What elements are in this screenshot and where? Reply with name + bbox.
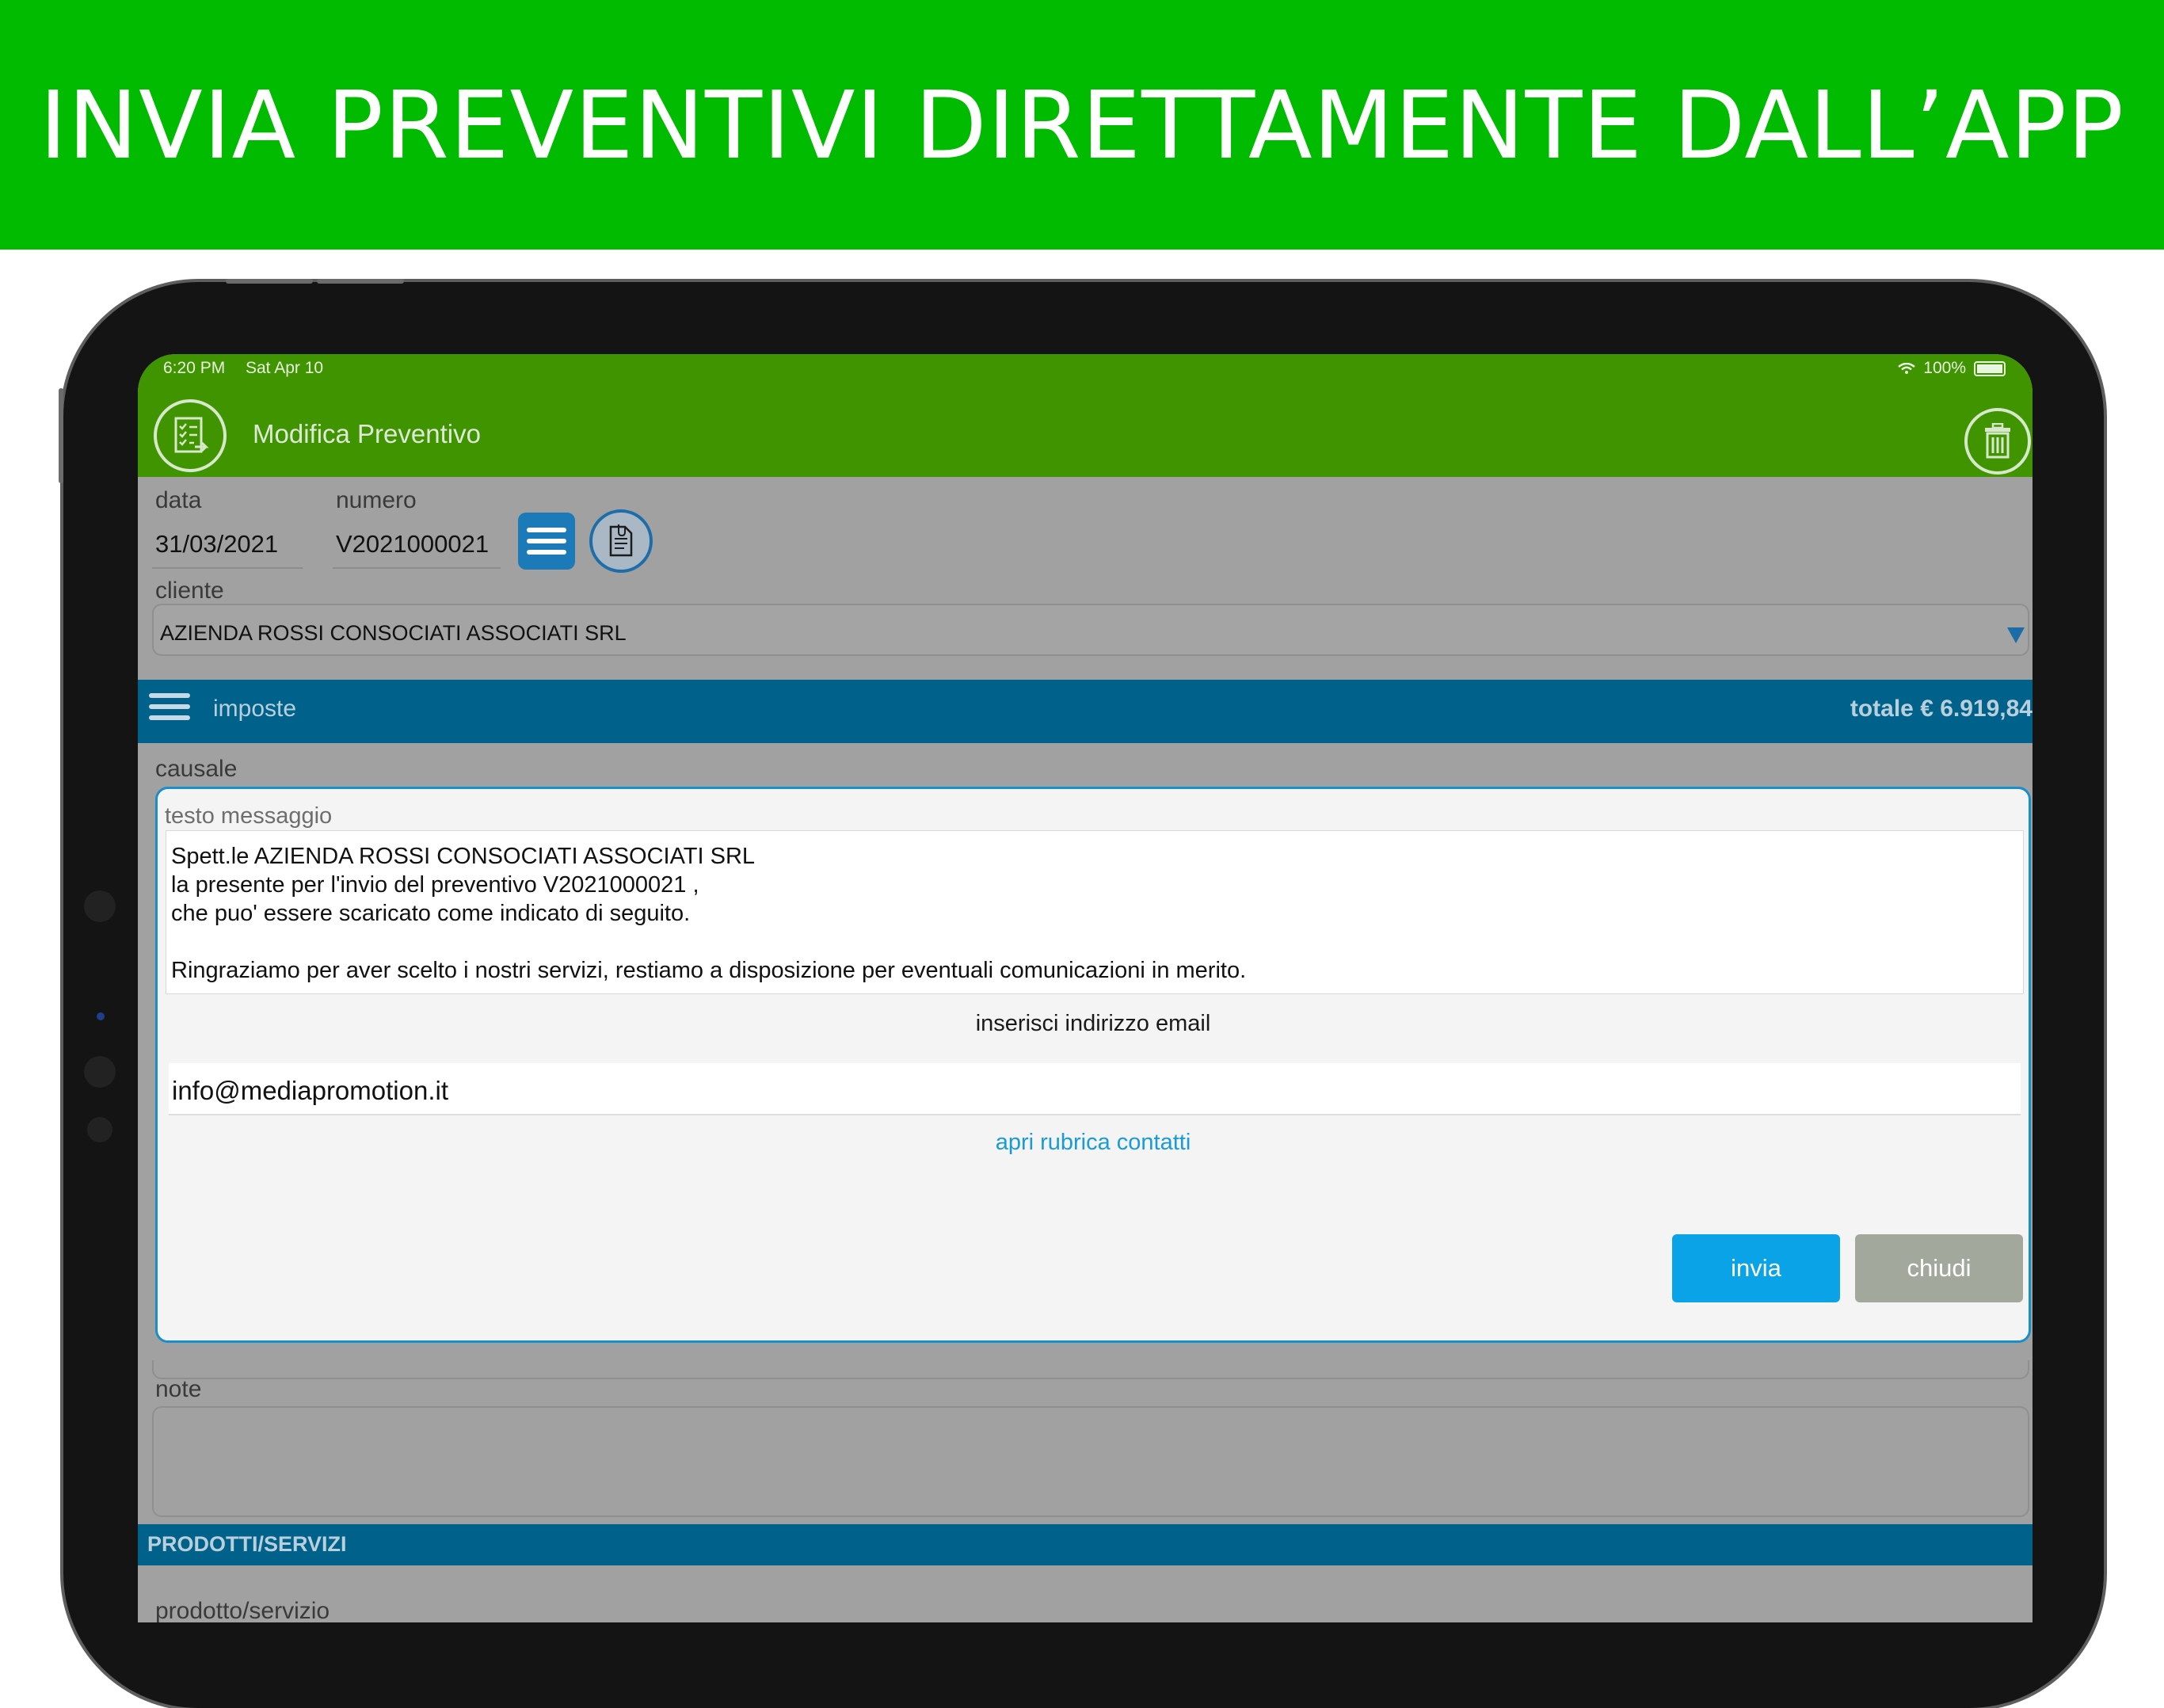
delete-button[interactable] <box>1964 408 2031 475</box>
status-date: Sat Apr 10 <box>246 359 324 377</box>
camera-dot <box>84 1056 116 1088</box>
banner-title: INVIA PREVENTIVI DIRETTAMENTE DALL’APP <box>39 70 2125 180</box>
battery-percent: 100% <box>1923 359 1966 377</box>
status-time: 6:20 PM <box>163 359 226 377</box>
imposte-label: imposte <box>213 696 297 722</box>
message-line: Ringraziamo per aver scelto i nostri ser… <box>171 958 1247 983</box>
cliente-select[interactable]: AZIENDA ROSSI CONSOCIATI ASSOCIATI SRL <box>152 604 2029 656</box>
camera-dot <box>84 890 116 922</box>
status-right: 100% <box>1898 359 2006 378</box>
numero-underline <box>333 567 501 569</box>
top-button <box>226 279 313 284</box>
send-button[interactable]: invia <box>1672 1234 1840 1302</box>
battery-icon <box>1974 360 2006 376</box>
prodotti-bar: PRODOTTI/SERVIZI <box>138 1524 2033 1565</box>
numero-label: numero <box>336 487 417 513</box>
quote-form-icon[interactable] <box>154 399 227 472</box>
send-email-dialog: testo messaggio Spett.le AZIENDA ROSSI C… <box>155 787 2031 1343</box>
email-input[interactable] <box>169 1063 2021 1115</box>
cliente-label: cliente <box>155 578 224 604</box>
message-line <box>171 928 2018 956</box>
message-label: testo messaggio <box>165 803 333 829</box>
wifi-icon <box>1898 363 1916 374</box>
note-label: note <box>155 1376 202 1402</box>
close-button[interactable]: chiudi <box>1855 1234 2023 1302</box>
top-button-2 <box>317 279 404 284</box>
menu-icon-line <box>527 550 566 555</box>
message-line: Spett.le AZIENDA ROSSI CONSOCIATI ASSOCI… <box>171 844 756 869</box>
camera-dot <box>87 1117 112 1142</box>
hidden-select-edge <box>152 1360 2029 1379</box>
app-header: 6:20 PM Sat Apr 10 100% Modifica Prevent… <box>138 354 2033 477</box>
data-value[interactable]: 31/03/2021 <box>155 530 278 559</box>
message-line: che puo' essere scaricato come indicato … <box>171 901 691 926</box>
totale-value: totale € 6.919,84 <box>1850 696 2033 722</box>
checklist-icon <box>174 417 209 453</box>
side-button <box>59 388 63 483</box>
promo-banner: INVIA PREVENTIVI DIRETTAMENTE DALL’APP <box>0 0 2164 250</box>
imposte-menu-icon[interactable] <box>149 693 190 720</box>
imposte-bar[interactable]: imposte totale € 6.919,84 <box>138 680 2033 743</box>
dropdown-arrow-icon <box>2007 627 2025 643</box>
menu-list-button[interactable] <box>518 513 575 570</box>
contacts-link[interactable]: apri rubrica contatti <box>158 1130 2029 1156</box>
trash-icon <box>1985 423 2010 459</box>
numero-value[interactable]: V2021000021 <box>336 530 489 559</box>
page-title: Modifica Preventivo <box>253 419 481 448</box>
prodotto-label: prodotto/servizio <box>155 1598 330 1622</box>
note-textarea[interactable] <box>152 1406 2029 1517</box>
cliente-value: AZIENDA ROSSI CONSOCIATI ASSOCIATI SRL <box>160 621 627 645</box>
document-attach-button[interactable] <box>589 509 653 573</box>
data-underline <box>152 567 303 569</box>
menu-icon-line <box>527 539 566 543</box>
prodotti-header: PRODOTTI/SERVIZI <box>147 1532 347 1556</box>
document-clip-icon <box>609 524 633 557</box>
causale-label: causale <box>155 756 238 782</box>
menu-icon-line <box>527 528 566 532</box>
message-line: la presente per l'invio del preventivo V… <box>171 872 699 898</box>
message-textarea[interactable]: Spett.le AZIENDA ROSSI CONSOCIATI ASSOCI… <box>166 830 2024 994</box>
email-prompt: inserisci indirizzo email <box>975 1011 1211 1036</box>
data-label: data <box>155 487 202 513</box>
camera-sensor <box>97 1012 105 1020</box>
